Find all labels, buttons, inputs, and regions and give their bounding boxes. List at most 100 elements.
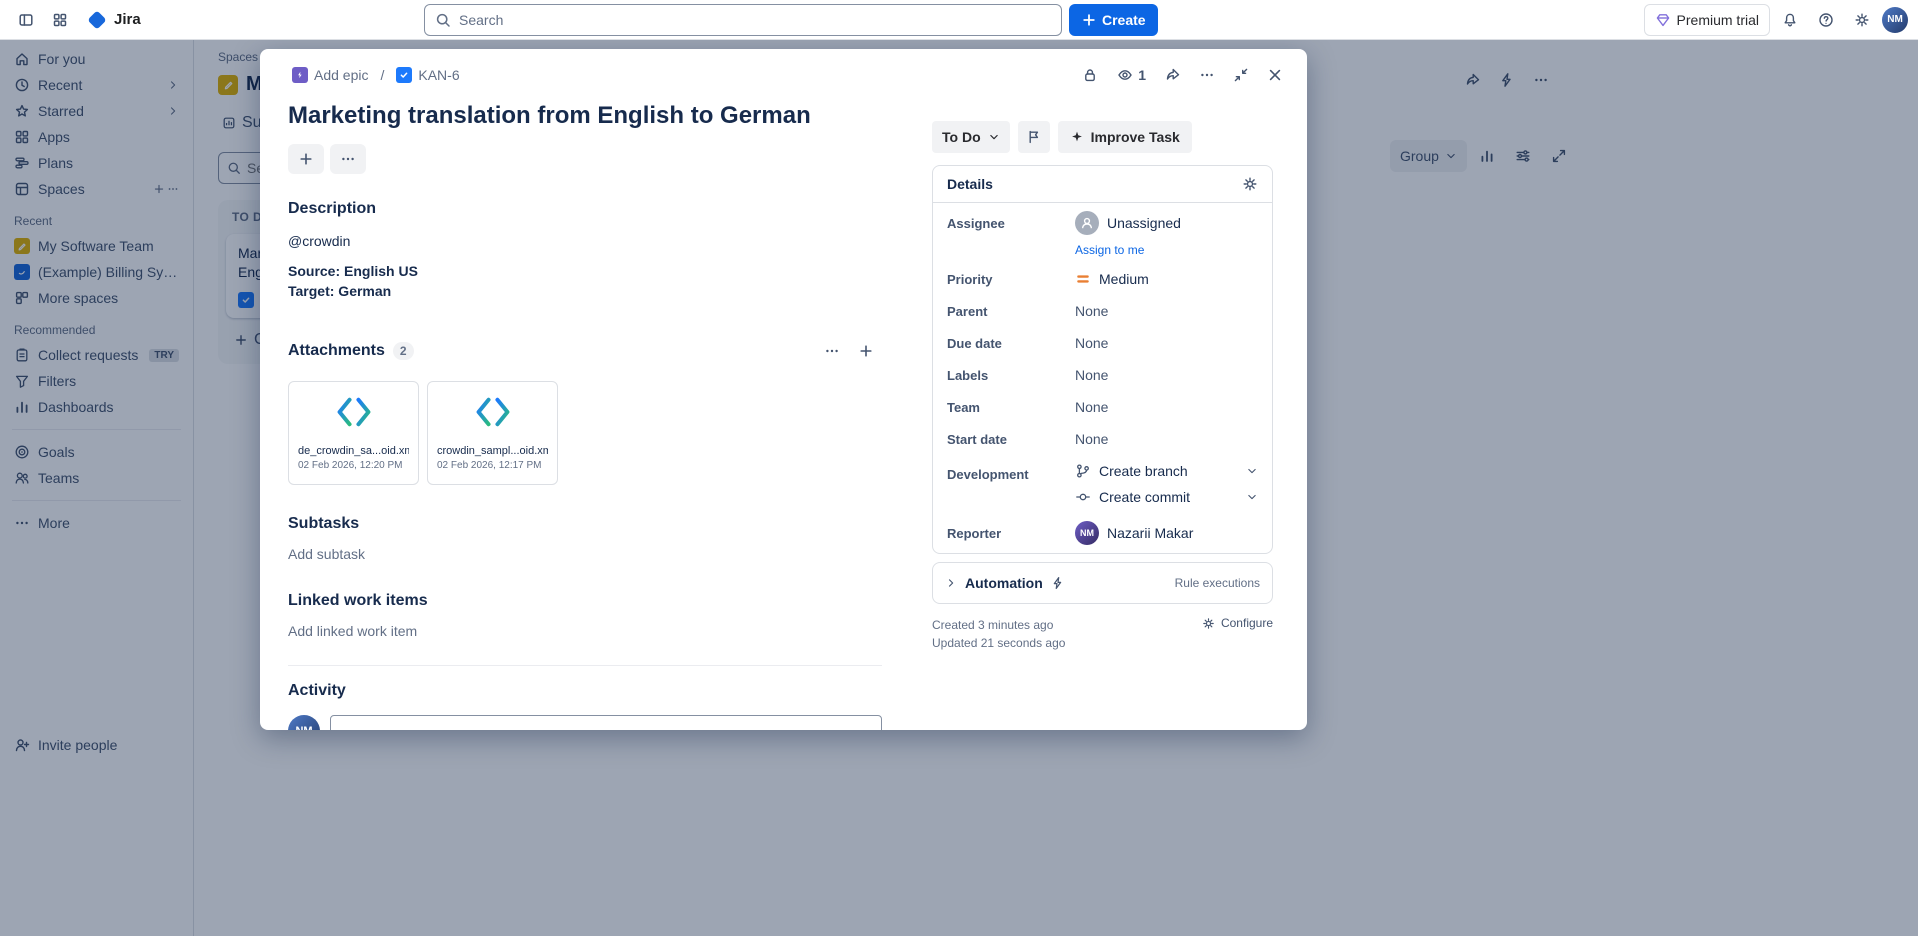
add-epic-label: Add epic (314, 67, 368, 83)
more-icon (340, 151, 356, 167)
attachment-filename: de_crowdin_sa...oid.xml (298, 445, 409, 457)
improve-task-button[interactable]: Improve Task (1058, 121, 1192, 153)
status-action-row: To Do Improve Task (932, 121, 1273, 153)
search-icon (435, 12, 451, 28)
assignee-value[interactable]: Unassigned (1075, 211, 1258, 235)
chevron-down-icon[interactable] (1246, 491, 1258, 503)
quick-add-button[interactable] (288, 144, 324, 174)
branch-icon (1075, 463, 1091, 479)
team-value[interactable]: None (1075, 399, 1258, 415)
assignee-label: Assignee (947, 216, 1075, 231)
description-heading: Description (288, 200, 882, 218)
top-navbar: Jira Create Premium trial NM (0, 0, 1918, 40)
field-priority: Priority Medium (933, 263, 1272, 295)
labels-value[interactable]: None (1075, 367, 1258, 383)
assign-to-me-link[interactable]: Assign to me (1075, 243, 1144, 257)
more-actions-button[interactable] (1191, 59, 1223, 91)
issue-detail-modal: Add epic / KAN-6 1 (260, 49, 1307, 730)
status-label: To Do (942, 129, 981, 145)
issue-breadcrumb: Add epic / KAN-6 (288, 64, 464, 86)
settings-button[interactable] (1846, 4, 1878, 36)
issue-key-button[interactable]: KAN-6 (392, 64, 463, 86)
collapse-icon (1233, 67, 1249, 83)
start-date-value[interactable]: None (1075, 431, 1258, 447)
comment-input-box[interactable] (330, 715, 882, 730)
unassigned-avatar-icon (1075, 211, 1099, 235)
create-button[interactable]: Create (1069, 4, 1158, 36)
jira-logo-icon (86, 9, 108, 31)
team-label: Team (947, 400, 1075, 415)
flag-button[interactable] (1018, 121, 1050, 153)
attachments-add-button[interactable] (850, 335, 882, 367)
xml-file-icon (473, 392, 513, 432)
description-body[interactable]: @crowdin Source: English US Target: Germ… (288, 231, 882, 301)
add-linked-item-button[interactable]: Add linked work item (288, 623, 882, 639)
details-settings-icon[interactable] (1242, 176, 1258, 192)
attachment-meta: de_crowdin_sa...oid.xml 02 Feb 2026, 12:… (289, 442, 418, 474)
navbar-right-cluster: Premium trial NM (1644, 4, 1908, 36)
jira-brand[interactable]: Jira (78, 9, 149, 31)
chevron-down-icon[interactable] (1246, 465, 1258, 477)
details-panel-header[interactable]: Details (933, 166, 1272, 203)
add-epic-button[interactable]: Add epic (288, 64, 372, 86)
issue-title[interactable]: Marketing translation from English to Ge… (288, 101, 882, 130)
watch-button[interactable]: 1 (1108, 59, 1155, 91)
configure-button[interactable]: Configure (1202, 616, 1273, 630)
sidebar-toggle-button[interactable] (10, 4, 42, 36)
navbar-search[interactable] (424, 4, 1062, 36)
navbar-search-input[interactable] (459, 12, 1051, 28)
status-dropdown[interactable]: To Do (932, 121, 1010, 153)
attachments-more-button[interactable] (816, 335, 848, 367)
activity-section: Activity NM Suggest a reply Who is worki… (288, 665, 882, 730)
more-icon (824, 343, 840, 359)
rule-executions-link[interactable]: Rule executions (1175, 576, 1260, 590)
attachment-card[interactable]: crowdin_sampl...oid.xml 02 Feb 2026, 12:… (427, 381, 558, 485)
updated-timestamp: Updated 21 seconds ago (932, 634, 1065, 652)
share-button[interactable] (1157, 59, 1189, 91)
create-commit-label: Create commit (1099, 489, 1190, 505)
due-date-value[interactable]: None (1075, 335, 1258, 351)
priority-medium-icon (1075, 271, 1091, 287)
reporter-name: Nazarii Makar (1107, 525, 1193, 541)
sparkle-icon (1070, 130, 1084, 144)
create-commit-button[interactable]: Create commit (1075, 489, 1258, 505)
priority-name: Medium (1099, 271, 1149, 287)
modal-header: Add epic / KAN-6 1 (260, 49, 1307, 95)
sidebar-toggle-icon (18, 12, 34, 28)
premium-trial-button[interactable]: Premium trial (1644, 4, 1770, 36)
chevron-down-icon (988, 131, 1000, 143)
add-subtask-button[interactable]: Add subtask (288, 546, 882, 562)
quick-add-more-button[interactable] (330, 144, 366, 174)
gear-icon (1202, 617, 1215, 630)
more-icon (1199, 67, 1215, 83)
attachments-list: de_crowdin_sa...oid.xml 02 Feb 2026, 12:… (288, 381, 882, 485)
description-section: Description @crowdin Source: English US … (288, 200, 882, 301)
parent-label: Parent (947, 304, 1075, 319)
collapse-button[interactable] (1225, 59, 1257, 91)
watchers-count: 1 (1138, 67, 1146, 83)
mention-crowdin[interactable]: @crowdin (288, 231, 882, 251)
close-button[interactable] (1259, 59, 1291, 91)
field-development: Development Create branch Create commit (933, 455, 1272, 513)
help-button[interactable] (1810, 4, 1842, 36)
priority-value[interactable]: Medium (1075, 271, 1258, 287)
parent-value[interactable]: None (1075, 303, 1258, 319)
create-branch-button[interactable]: Create branch (1075, 463, 1258, 479)
attachments-section: Attachments 2 de_cr (288, 335, 882, 485)
attachments-count-badge: 2 (393, 342, 414, 360)
subtasks-heading: Subtasks (288, 515, 882, 533)
user-avatar[interactable]: NM (1882, 7, 1908, 33)
activity-heading: Activity (288, 682, 882, 700)
app-switcher-button[interactable] (44, 4, 76, 36)
restrict-access-button[interactable] (1074, 59, 1106, 91)
field-labels: Labels None (933, 359, 1272, 391)
xml-file-icon (334, 392, 374, 432)
automation-panel[interactable]: Automation Rule executions (932, 562, 1273, 604)
comment-input[interactable] (343, 729, 869, 730)
app-switcher-icon (52, 12, 68, 28)
notifications-button[interactable] (1774, 4, 1806, 36)
reporter-value[interactable]: NM Nazarii Makar (1075, 521, 1258, 545)
attachment-card[interactable]: de_crowdin_sa...oid.xml 02 Feb 2026, 12:… (288, 381, 419, 485)
configure-label: Configure (1221, 616, 1273, 630)
reporter-avatar: NM (1075, 521, 1099, 545)
